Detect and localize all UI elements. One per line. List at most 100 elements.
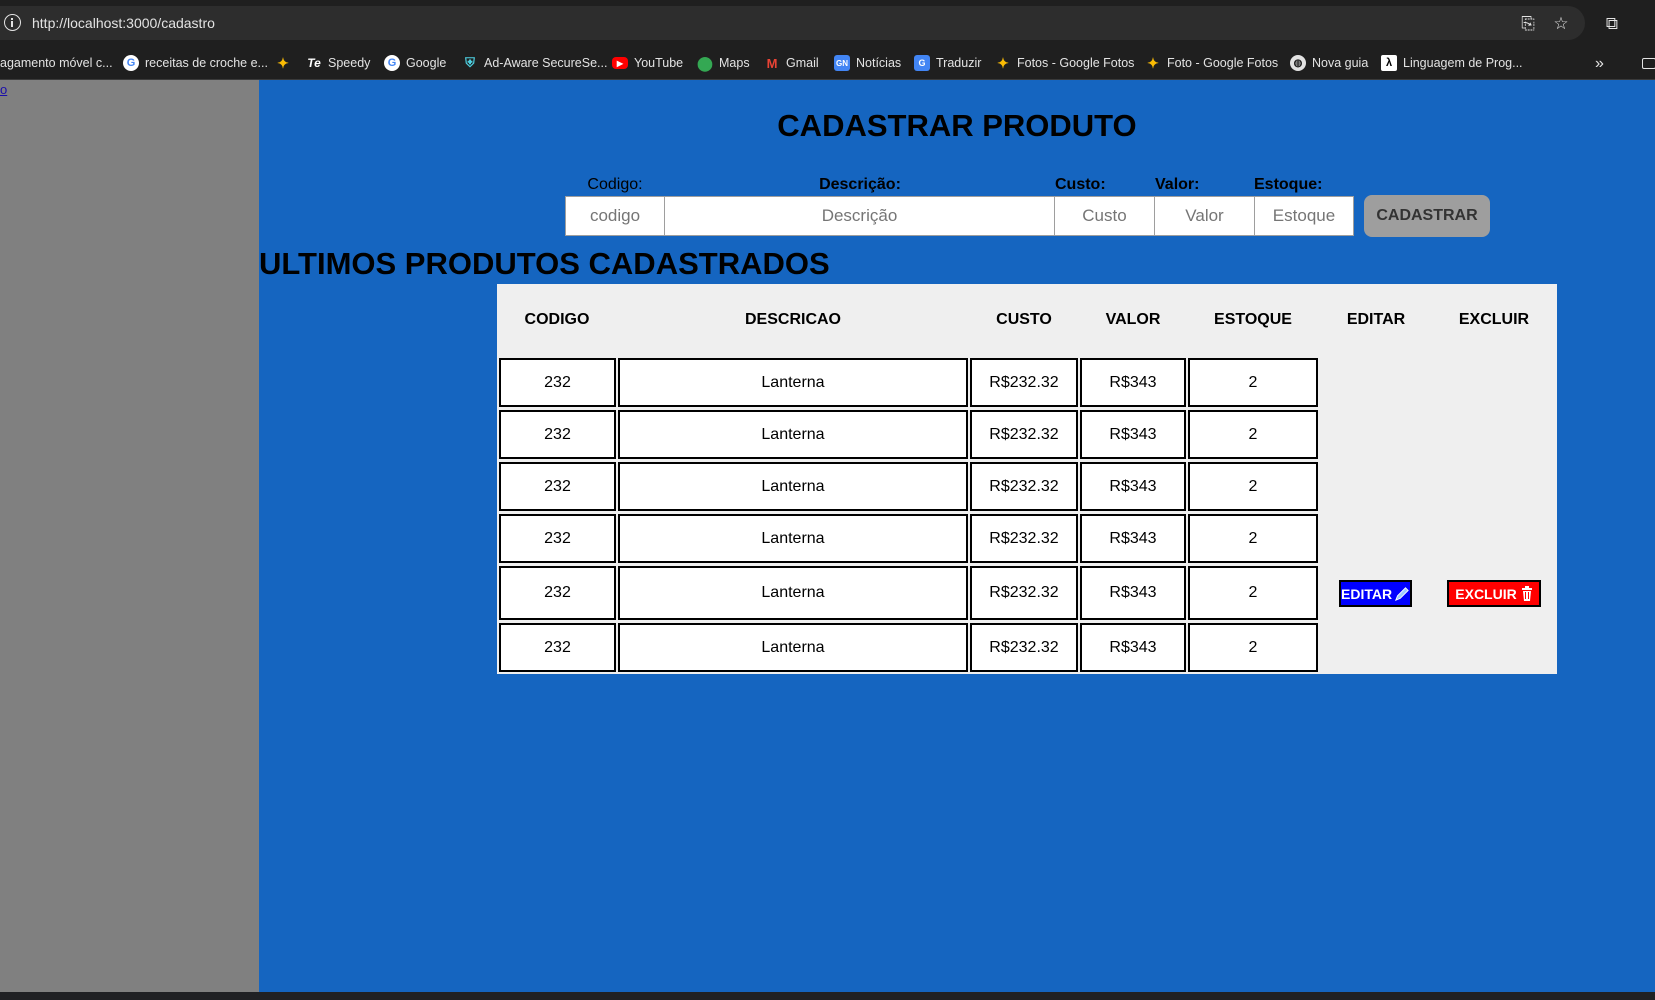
cell-valor: R$343 <box>1080 623 1186 672</box>
bookmark-item[interactable]: λ Linguagem de Prog... <box>1381 52 1523 74</box>
cell-estoque: 2 <box>1188 410 1318 459</box>
bookmark-item[interactable]: ✦ Fotos - Google Fotos <box>995 52 1134 74</box>
bookmark-item[interactable]: ✦ Foto - Google Fotos <box>1145 52 1278 74</box>
cell-valor: R$343 <box>1080 462 1186 511</box>
cell-descricao: Lanterna <box>618 566 968 620</box>
site-info-icon[interactable] <box>4 14 21 31</box>
cell-valor: R$343 <box>1080 514 1186 563</box>
column-header-estoque: ESTOQUE <box>1214 311 1292 328</box>
bookmark-item[interactable]: Te Speedy <box>306 52 370 74</box>
valor-input[interactable]: Valor <box>1154 196 1255 236</box>
cell-descricao: Lanterna <box>618 410 968 459</box>
bookmark-item[interactable]: ✦ <box>275 52 297 74</box>
trash-icon <box>1521 586 1532 601</box>
cell-codigo: 232 <box>499 623 616 672</box>
google-photos-icon: ✦ <box>997 54 1009 71</box>
cell-descricao: Lanterna <box>618 623 968 672</box>
cell-estoque: 2 <box>1188 623 1318 672</box>
youtube-icon: ▶ <box>612 57 628 69</box>
codigo-input[interactable]: codigo <box>565 196 665 236</box>
bookmark-item[interactable]: G receitas de croche e... <box>123 52 268 74</box>
bookmark-label: agamento móvel c... <box>0 56 113 70</box>
cell-codigo: 232 <box>499 566 616 620</box>
bookmark-label: Google <box>406 56 447 70</box>
chevron-more-icon[interactable]: » <box>1595 55 1604 73</box>
delete-button[interactable]: EXCLUIR <box>1447 580 1541 607</box>
bookmark-item[interactable]: ⛨ Ad-Aware SecureSe... <box>462 52 607 74</box>
maps-pin-icon: ⬤ <box>697 54 713 71</box>
cell-custo: R$232.32 <box>970 566 1078 620</box>
google-icon: G <box>384 55 400 71</box>
estoque-input[interactable]: Estoque <box>1254 196 1354 236</box>
cell-custo: R$232.32 <box>970 514 1078 563</box>
bookmark-star-icon[interactable]: ☆ <box>1550 13 1572 35</box>
bookmark-item[interactable]: G Traduzir <box>914 52 981 74</box>
cell-codigo: 232 <box>499 462 616 511</box>
descricao-input[interactable]: Descrição <box>664 196 1055 236</box>
products-section-title: ULTIMOS PRODUTOS CADASTRADOS <box>259 246 830 281</box>
cell-descricao: Lanterna <box>618 462 968 511</box>
column-header-custo: CUSTO <box>996 311 1052 328</box>
taskbar-strip <box>0 992 1655 1000</box>
extensions-icon[interactable]: ⧉ <box>1601 13 1623 35</box>
column-header-codigo: CODIGO <box>524 311 590 328</box>
bookmark-label: YouTube <box>634 56 684 70</box>
cell-custo: R$232.32 <box>970 623 1078 672</box>
cell-custo: R$232.32 <box>970 462 1078 511</box>
custo-input[interactable]: Custo <box>1054 196 1155 236</box>
bookmark-label: Foto - Google Fotos <box>1167 56 1279 70</box>
google-photos-icon: ✦ <box>1147 54 1159 71</box>
cell-codigo: 232 <box>499 514 616 563</box>
speedy-icon: Te <box>307 56 321 70</box>
edit-button[interactable]: EDITAR <box>1339 580 1412 607</box>
bookmark-label: Speedy <box>328 56 371 70</box>
cell-descricao: Lanterna <box>618 514 968 563</box>
cell-custo: R$232.32 <box>970 410 1078 459</box>
bookmark-item[interactable]: ◍ Nova guia <box>1290 52 1368 74</box>
cell-valor: R$343 <box>1080 410 1186 459</box>
install-app-icon[interactable]: ⎘ <box>1517 13 1539 35</box>
lambda-icon: λ <box>1381 55 1397 71</box>
estoque-label: Estoque: <box>1254 176 1323 193</box>
cell-valor: R$343 <box>1080 358 1186 407</box>
cell-estoque: 2 <box>1188 514 1318 563</box>
gmail-icon: M <box>766 55 778 71</box>
edit-button-label: EDITAR <box>1341 585 1393 602</box>
news-icon: GN <box>834 55 850 71</box>
bookmark-label: Maps <box>719 56 750 70</box>
bookmark-label: Linguagem de Prog... <box>1403 56 1523 70</box>
sidebar <box>0 80 259 992</box>
bookmark-label: Gmail <box>786 56 819 70</box>
bookmark-item[interactable]: M Gmail <box>764 52 819 74</box>
custo-label: Custo: <box>1055 176 1106 193</box>
globe-icon: ◍ <box>1290 55 1306 71</box>
address-bar[interactable]: http://localhost:3000/cadastro <box>0 6 1585 40</box>
cell-codigo: 232 <box>499 358 616 407</box>
descricao-label: Descrição: <box>819 176 901 193</box>
cell-estoque: 2 <box>1188 358 1318 407</box>
bookmark-item[interactable]: agamento móvel c... <box>0 52 113 74</box>
column-header-valor: VALOR <box>1105 311 1161 328</box>
browser-toolbar: http://localhost:3000/cadastro ⎘ ☆ ⧉ <box>0 0 1655 46</box>
url-text[interactable]: http://localhost:3000/cadastro <box>32 15 215 31</box>
cell-estoque: 2 <box>1188 566 1318 620</box>
bookmark-label: receitas de croche e... <box>145 56 268 70</box>
cell-descricao: Lanterna <box>618 358 968 407</box>
page-title: CADASTRAR PRODUTO <box>777 108 1137 143</box>
sidebar-link[interactable]: o <box>0 82 7 97</box>
bookmark-label: Ad-Aware SecureSe... <box>484 56 608 70</box>
valor-label: Valor: <box>1155 176 1200 193</box>
bookmark-label: Nova guia <box>1312 56 1369 70</box>
bookmark-item[interactable]: ▶ YouTube <box>612 52 683 74</box>
cadastrar-button[interactable]: CADASTRAR <box>1364 195 1490 237</box>
bookmark-item[interactable]: ⬤ Maps <box>697 52 750 74</box>
codigo-label: Codigo: <box>587 176 643 193</box>
bookmark-item[interactable]: G Google <box>384 52 446 74</box>
shield-icon: ⛨ <box>465 55 475 70</box>
bookmark-item[interactable]: GN Notícias <box>834 52 901 74</box>
cell-valor: R$343 <box>1080 566 1186 620</box>
folder-icon[interactable] <box>1642 58 1655 69</box>
bookmarks-bar: agamento móvel c... G receitas de croche… <box>0 46 1655 80</box>
bookmark-label: Fotos - Google Fotos <box>1017 56 1135 70</box>
delete-button-label: EXCLUIR <box>1455 585 1517 602</box>
